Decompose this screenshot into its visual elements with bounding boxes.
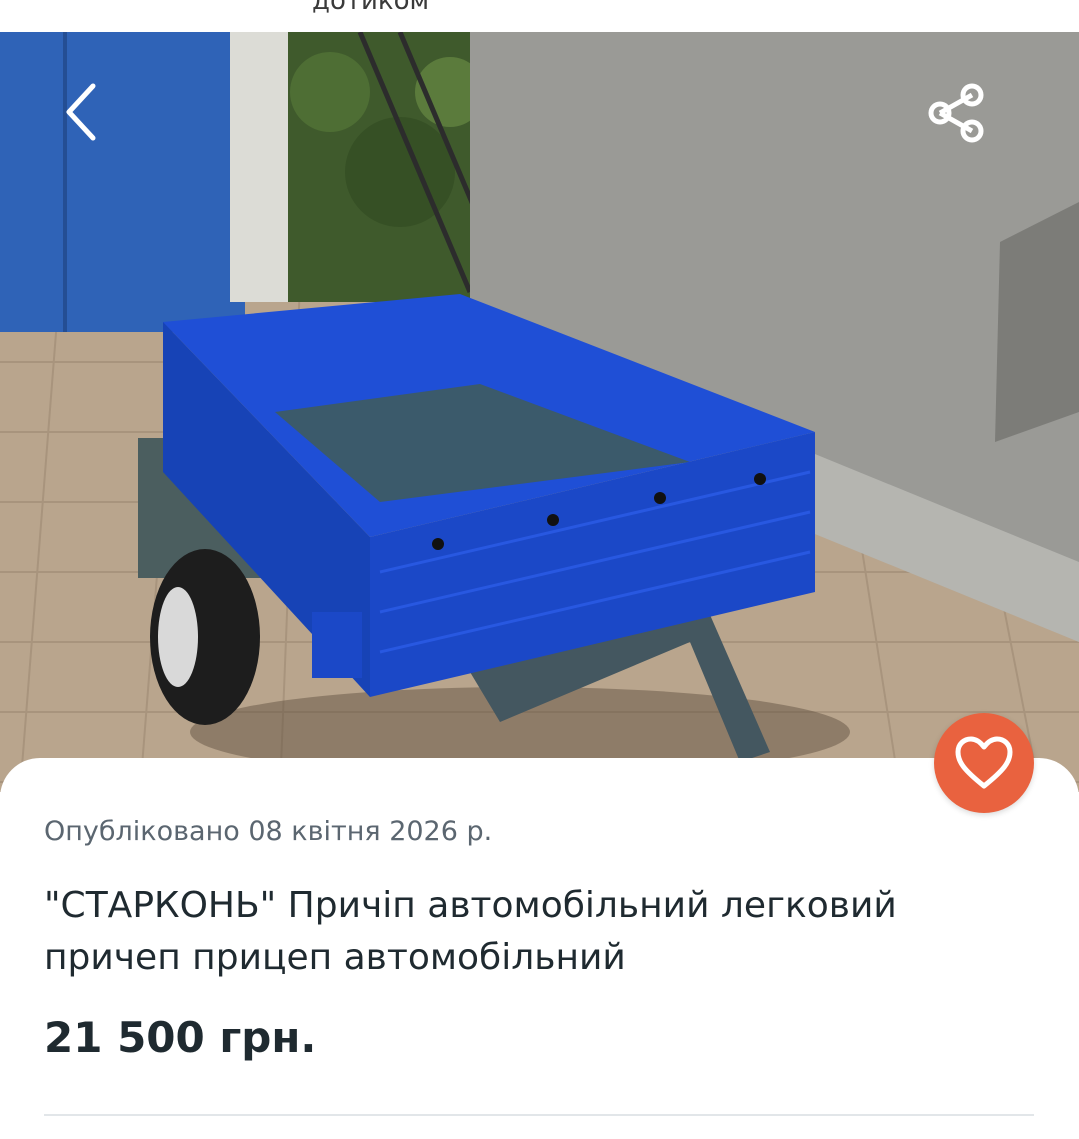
divider xyxy=(44,1114,1034,1116)
heart-icon xyxy=(955,736,1013,789)
chevron-left-icon xyxy=(66,83,96,141)
share-button[interactable] xyxy=(918,78,994,148)
favorite-button[interactable] xyxy=(934,713,1034,813)
header-partial-text: дотиком xyxy=(312,0,430,16)
share-icon xyxy=(928,83,984,143)
back-button[interactable] xyxy=(46,74,116,150)
top-strip: дотиком xyxy=(0,0,1079,32)
listing-price: 21 500 грн. xyxy=(44,1013,317,1062)
ad-page: дотиком Опубліковано 08 квітня 2026 р. "… xyxy=(0,0,1079,1139)
published-date: Опубліковано 08 квітня 2026 р. xyxy=(44,816,493,847)
listing-title: "СТАРКОНЬ" Причіп автомобільний легковий… xyxy=(44,885,897,978)
